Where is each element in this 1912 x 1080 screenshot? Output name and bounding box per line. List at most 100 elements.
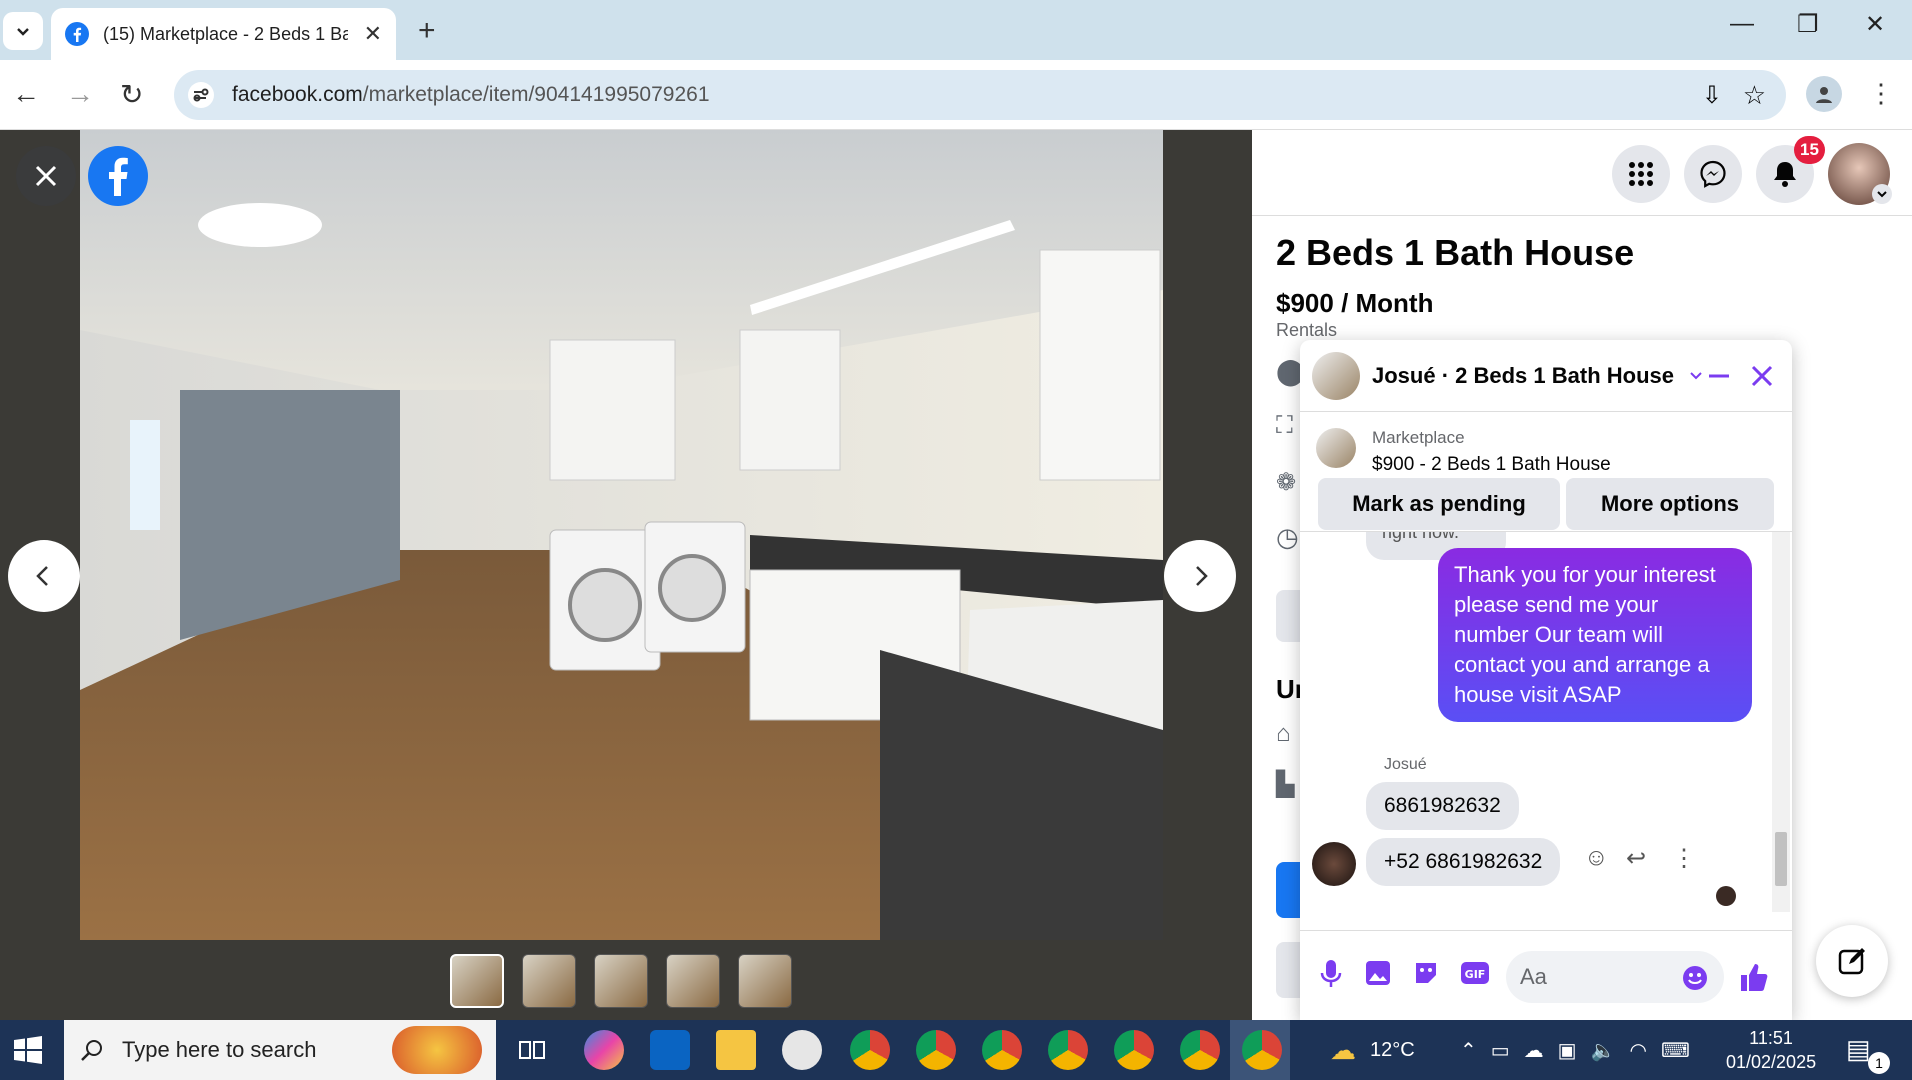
clock[interactable]: 11:51 01/02/2025 xyxy=(1726,1026,1816,1074)
scrollbar-thumb[interactable] xyxy=(1775,832,1787,886)
address-bar[interactable]: facebook.com/marketplace/item/9041419950… xyxy=(174,70,1786,120)
windows-taskbar: Type here to search ☁ 12°C ⌃ ▭ ☁ ▣ 🔈 ◠ ⌨… xyxy=(0,1020,1912,1080)
back-icon[interactable]: ← xyxy=(12,78,40,110)
weather-icon: ☁ xyxy=(1330,1034,1356,1065)
snipping-tool-icon[interactable] xyxy=(782,1030,822,1070)
forward-icon[interactable]: → xyxy=(66,78,94,110)
photo-thumbnail[interactable] xyxy=(522,954,576,1008)
show-hidden-icons-icon[interactable]: ⌃ xyxy=(1460,1038,1477,1063)
marketplace-item-title[interactable]: $900 - 2 Beds 1 Bath House xyxy=(1372,454,1611,476)
account-chevron-icon[interactable] xyxy=(1872,184,1892,204)
outlook-icon[interactable] xyxy=(650,1030,690,1070)
minimize-chat-icon[interactable] xyxy=(1706,363,1732,389)
pets-icon: ❁ xyxy=(1276,469,1297,496)
volume-icon[interactable]: 🔈 xyxy=(1591,1038,1616,1063)
messenger-icon xyxy=(1700,160,1726,188)
facebook-favicon-icon xyxy=(65,22,89,46)
photo-thumbnail[interactable] xyxy=(450,954,504,1008)
sent-message-bubble: Thank you for your interest please send … xyxy=(1438,548,1752,722)
previous-photo-button[interactable] xyxy=(8,540,80,612)
mark-as-pending-button[interactable]: Mark as pending xyxy=(1318,478,1560,530)
chevron-down-icon[interactable] xyxy=(1688,368,1704,384)
photo-thumbnail[interactable] xyxy=(666,954,720,1008)
grid-icon xyxy=(1629,162,1653,186)
photo-attach-icon[interactable] xyxy=(1364,959,1392,987)
photo-thumbnail[interactable] xyxy=(594,954,648,1008)
listing-title: 2 Beds 1 Bath House xyxy=(1276,232,1635,273)
next-photo-button[interactable] xyxy=(1164,540,1236,612)
more-actions-icon[interactable]: ⋮ xyxy=(1672,844,1696,873)
chat-avatar xyxy=(1312,351,1360,400)
chrome-profile-icon[interactable] xyxy=(982,1030,1022,1070)
tab-title: (15) Marketplace - 2 Beds 1 Bath House xyxy=(103,23,348,44)
minimize-window-icon[interactable]: — xyxy=(1730,10,1754,38)
reload-icon[interactable]: ↻ xyxy=(120,78,143,111)
gif-icon[interactable]: GIF xyxy=(1460,959,1490,987)
install-app-icon[interactable]: ⇩ xyxy=(1702,81,1722,110)
svg-text:GIF: GIF xyxy=(1465,968,1486,981)
chrome-profile-icon[interactable] xyxy=(850,1030,890,1070)
toolbar: ← → ↻ facebook.com/marketplace/item/9041… xyxy=(0,60,1912,130)
new-message-button[interactable] xyxy=(1816,925,1888,997)
close-window-icon[interactable]: ✕ xyxy=(1865,10,1885,39)
bookmark-star-icon[interactable]: ☆ xyxy=(1743,80,1766,111)
chat-scrollbar[interactable] xyxy=(1772,532,1790,912)
browser-menu-icon[interactable]: ⋮ xyxy=(1868,78,1894,109)
url-text: facebook.com/marketplace/item/9041419950… xyxy=(232,83,710,107)
restore-window-icon[interactable]: ❐ xyxy=(1797,10,1819,39)
chat-title[interactable]: Josué · 2 Beds 1 Bath House xyxy=(1372,363,1674,389)
browser-tab[interactable]: (15) Marketplace - 2 Beds 1 Bath House ✕ xyxy=(51,8,396,60)
messenger-button[interactable] xyxy=(1684,145,1742,203)
facebook-logo[interactable] xyxy=(88,146,148,206)
chrome-profile-icon[interactable] xyxy=(1180,1030,1220,1070)
battery-icon[interactable]: ▭ xyxy=(1491,1038,1510,1063)
weather-widget[interactable]: ☁ 12°C xyxy=(1330,1020,1415,1080)
chrome-profile-icon[interactable] xyxy=(1114,1030,1154,1070)
url-host: facebook.com xyxy=(232,83,363,106)
facebook-f-icon xyxy=(109,157,128,196)
new-tab-icon[interactable]: + xyxy=(418,14,436,48)
search-highlight-image xyxy=(392,1026,482,1074)
profile-icon[interactable] xyxy=(1806,76,1842,112)
marketplace-label: Marketplace xyxy=(1372,428,1465,447)
chrome-active-icon[interactable] xyxy=(1242,1030,1282,1070)
chevron-left-icon xyxy=(36,566,48,586)
photo-thumbnail[interactable] xyxy=(738,954,792,1008)
message-placeholder: Aa xyxy=(1520,964,1547,989)
menu-grid-button[interactable] xyxy=(1612,145,1670,203)
message-composer: GIF Aa xyxy=(1300,930,1792,1020)
chat-header[interactable]: Josué · 2 Beds 1 Bath House xyxy=(1300,340,1792,412)
close-chat-icon[interactable] xyxy=(1750,364,1774,388)
listing-price: $900 / Month xyxy=(1276,288,1434,318)
emoji-icon[interactable] xyxy=(1682,965,1708,991)
onedrive-icon[interactable]: ☁ xyxy=(1524,1038,1544,1063)
chat-window: Josué · 2 Beds 1 Bath House Marketplace … xyxy=(1300,340,1792,1020)
chrome-profile-icon[interactable] xyxy=(916,1030,956,1070)
marketplace-item-banner: Marketplace $900 - 2 Beds 1 Bath House M… xyxy=(1300,412,1792,532)
tab-search-button[interactable] xyxy=(3,12,43,50)
listing-category[interactable]: Rentals xyxy=(1276,320,1337,341)
sticker-icon[interactable] xyxy=(1412,959,1440,987)
react-emoji-icon[interactable]: ☺ xyxy=(1584,844,1609,872)
keyboard-icon[interactable]: ⌨ xyxy=(1661,1038,1690,1063)
close-tab-icon[interactable]: ✕ xyxy=(364,21,382,47)
message-thread: right now. Thank you for your interest p… xyxy=(1300,532,1792,912)
thumbs-up-icon[interactable] xyxy=(1738,961,1770,993)
site-settings-icon[interactable] xyxy=(188,82,214,108)
copilot-icon[interactable] xyxy=(584,1030,624,1070)
task-view-icon[interactable] xyxy=(518,1036,546,1064)
taskbar-search[interactable]: Type here to search xyxy=(64,1020,496,1080)
photo-thumbnails xyxy=(450,954,792,1008)
windows-start-icon[interactable] xyxy=(14,1036,42,1064)
sender-avatar[interactable] xyxy=(1312,842,1356,886)
file-explorer-icon[interactable] xyxy=(716,1030,756,1070)
chrome-profile-icon[interactable] xyxy=(1048,1030,1088,1070)
wifi-icon[interactable]: ◠ xyxy=(1629,1038,1646,1063)
microphone-icon[interactable] xyxy=(1320,959,1342,989)
meet-now-icon[interactable]: ▣ xyxy=(1558,1038,1577,1063)
notification-center-icon[interactable]: ▤ xyxy=(1846,1034,1871,1065)
close-viewer-button[interactable] xyxy=(16,146,76,206)
more-options-button[interactable]: More options xyxy=(1566,478,1774,530)
system-tray: ⌃ ▭ ☁ ▣ 🔈 ◠ ⌨ xyxy=(1460,1020,1690,1080)
reply-icon[interactable]: ↩ xyxy=(1626,844,1646,873)
